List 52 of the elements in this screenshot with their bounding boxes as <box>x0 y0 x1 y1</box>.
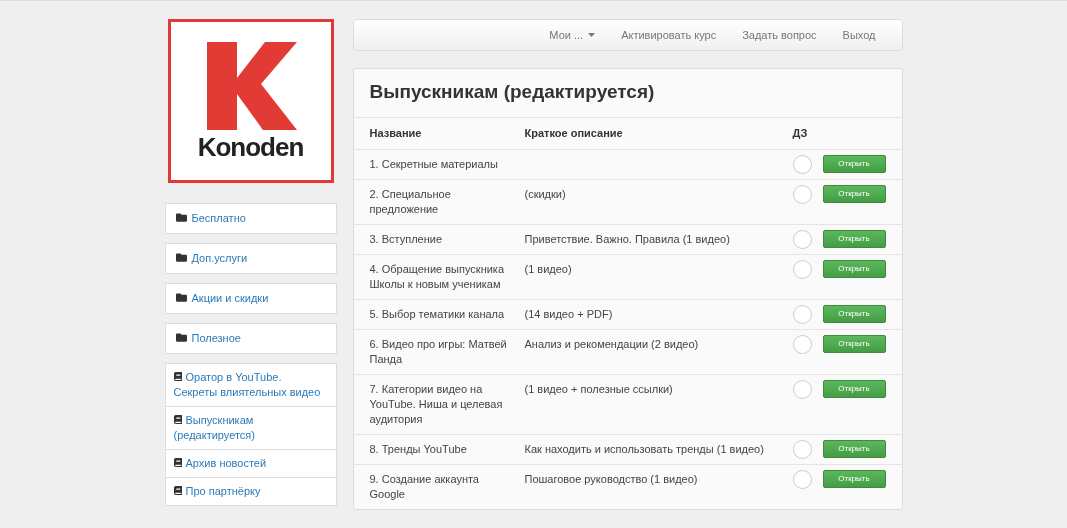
open-button[interactable]: Открыть <box>822 470 886 488</box>
table-cell: 3. Вступление <box>353 224 525 255</box>
table-cell: (1 видео) <box>524 263 572 275</box>
nav-link[interactable]: Мои ... <box>549 26 596 44</box>
sidebar-link[interactable]: Про партнёрку <box>165 477 336 505</box>
table-cell: (14 видео + PDF) <box>524 308 613 320</box>
open-button[interactable]: Открыть <box>822 185 886 203</box>
open-button[interactable]: Открыть <box>822 380 886 398</box>
table-cell: 6. Видео про игры: Матвей Панда <box>353 329 525 375</box>
nav-link[interactable]: Активировать курс <box>621 26 717 44</box>
column-header: Название <box>353 117 525 150</box>
caret-icon <box>588 33 596 37</box>
sidebar-link[interactable]: Полезное <box>165 324 336 353</box>
table-cell: (скидки) <box>524 188 566 200</box>
table-cell: 8. Тренды YouTube <box>353 434 525 465</box>
book-icon <box>173 414 182 425</box>
folder-icon <box>175 292 187 303</box>
folder-icon <box>175 332 187 343</box>
column-header: ДЗ <box>792 117 814 150</box>
table-cell: 7. Категории видео на YouTube. Ниша и целевая аудитория <box>353 374 525 435</box>
nav-link[interactable]: Выход <box>842 26 876 44</box>
table-cell: 2. Специальное предложение <box>353 179 525 225</box>
folder-icon <box>175 212 187 223</box>
open-button[interactable]: Открыть <box>822 335 886 353</box>
table-cell: Анализ и рекомендации (2 видео) <box>524 338 699 350</box>
table-cell: (1 видео + полезные ссылки) <box>524 383 673 395</box>
table-cell: 1. Секретные материалы <box>353 149 525 180</box>
folder-icon <box>175 252 187 263</box>
sidebar-link[interactable]: Выпускникам (редактируется) <box>165 406 336 449</box>
page-title: Выпускникам (редактируется) <box>368 80 656 104</box>
sidebar-link[interactable]: Доп.услуги <box>165 244 336 273</box>
nav-link[interactable]: Задать вопрос <box>742 26 817 44</box>
logo-text: Konoden <box>197 134 304 160</box>
open-button[interactable]: Открыть <box>822 230 886 248</box>
table-cell: Как находить и использовать тренды (1 видео) <box>524 443 764 455</box>
table-cell: 4. Обращение выпускника Школы к новым ученикам <box>353 254 525 300</box>
open-button[interactable]: Открыть <box>822 440 886 458</box>
open-button[interactable]: Открыть <box>822 260 886 278</box>
sidebar-link[interactable]: Акции и скидки <box>165 284 336 313</box>
table-cell: 9. Создание аккаунта Google <box>353 464 525 509</box>
book-icon <box>173 457 182 468</box>
open-button[interactable]: Открыть <box>822 155 886 173</box>
book-icon <box>173 371 182 382</box>
table-cell: Пошаговое руководство (1 видео) <box>524 473 698 485</box>
sidebar-link[interactable]: Архив новостей <box>165 449 336 477</box>
open-button[interactable]: Открыть <box>822 305 886 323</box>
table-cell: 5. Выбор тематики канала <box>353 299 525 330</box>
column-header: Краткое описание <box>524 117 793 150</box>
book-icon <box>173 485 182 496</box>
table-cell: Приветствие. Важно. Правила (1 видео) <box>524 233 730 245</box>
sidebar-link[interactable]: Бесплатно <box>165 204 336 233</box>
sidebar-link[interactable]: Оратор в YouTube. Секреты влиятельных видео <box>165 364 336 406</box>
